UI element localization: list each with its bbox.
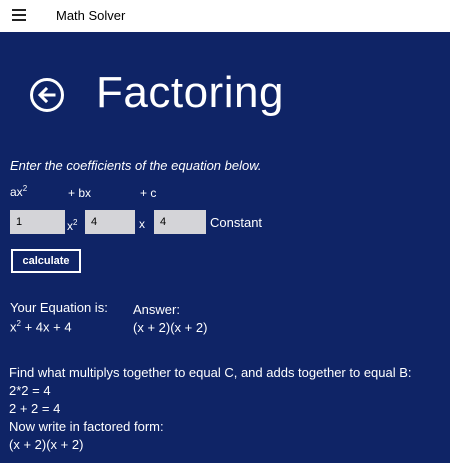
equation-value: x2 + 4x + 4 (10, 319, 72, 335)
term-c-label: + c (140, 186, 157, 200)
coefficient-a-input[interactable] (10, 210, 65, 234)
x-label: x (139, 217, 145, 231)
title-bar: Math Solver (0, 0, 450, 32)
step-line: Find what multiplys together to equal C,… (9, 365, 412, 380)
answer-value: (x + 2)(x + 2) (133, 320, 208, 335)
coefficient-b-input[interactable] (85, 210, 135, 234)
back-arrow-icon (37, 86, 56, 104)
app-title: Math Solver (56, 8, 126, 23)
step-line: 2 + 2 = 4 (9, 401, 61, 416)
instructions-text: Enter the coefficients of the equation b… (10, 158, 262, 173)
coefficient-c-input[interactable] (154, 210, 206, 234)
constant-label: Constant (210, 215, 263, 230)
step-line: Now write in factored form: (9, 419, 164, 434)
back-button[interactable] (30, 78, 64, 112)
term-a-label: ax2 (10, 184, 28, 199)
step-line: 2*2 = 4 (9, 383, 51, 398)
hamburger-menu-icon[interactable] (12, 9, 26, 21)
calculate-button[interactable]: calculate (11, 249, 81, 273)
step-line: (x + 2)(x + 2) (9, 437, 84, 452)
equation-label: Your Equation is: (10, 300, 108, 315)
x-squared-label: x2 (67, 218, 78, 233)
answer-label: Answer: (133, 302, 180, 317)
page-title: Factoring (96, 68, 284, 117)
term-b-label: + bx (68, 186, 92, 200)
